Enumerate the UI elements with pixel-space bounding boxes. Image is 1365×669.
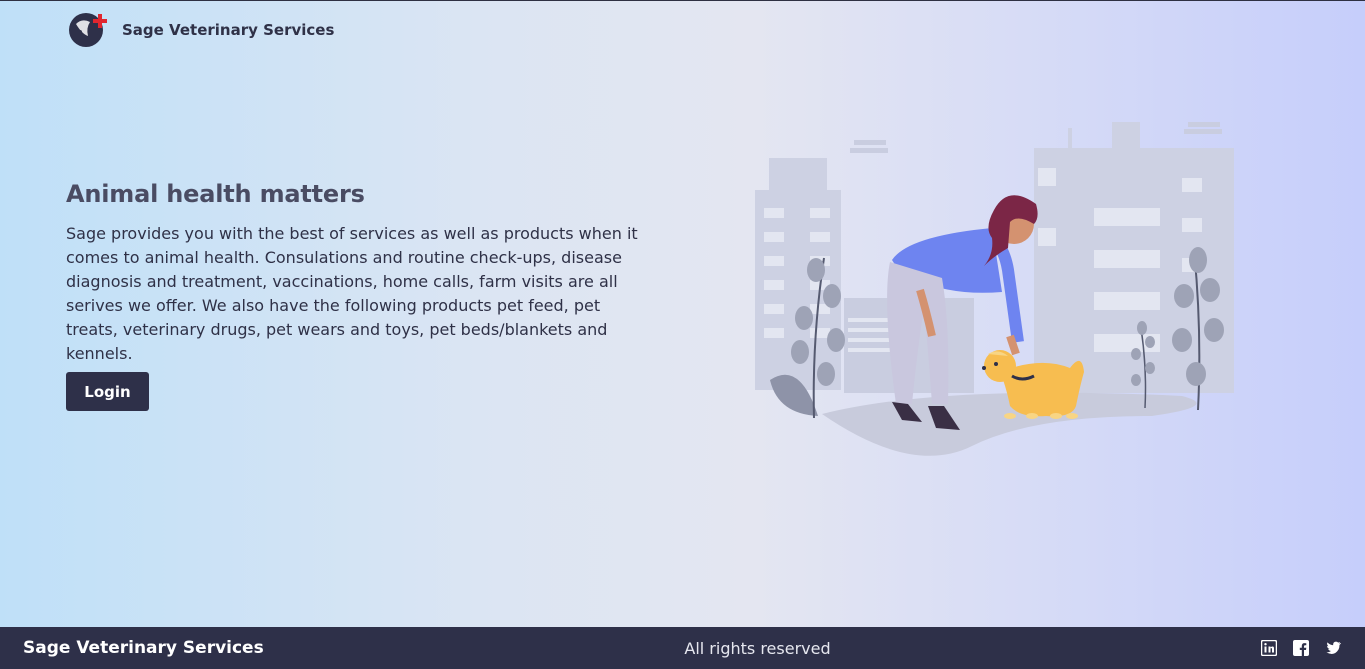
paw-cross-logo-icon [68, 10, 108, 50]
hero-section: Animal health matters Sage provides you … [66, 180, 666, 366]
twitter-icon[interactable] [1325, 640, 1341, 656]
social-links [1260, 639, 1341, 657]
top-border [0, 0, 1365, 1]
footer-brand-name: Sage Veterinary Services [23, 638, 264, 658]
site-footer: Sage Veterinary Services All rights rese… [0, 627, 1365, 669]
brand[interactable]: Sage Veterinary Services [68, 10, 334, 50]
facebook-icon[interactable] [1293, 640, 1309, 656]
hero-title: Animal health matters [66, 180, 365, 208]
brand-name: Sage Veterinary Services [122, 21, 335, 39]
linkedin-icon[interactable] [1260, 639, 1278, 657]
woman-petting-dog-city-illustration [752, 118, 1237, 468]
hero-description: Sage provides you with the best of servi… [66, 224, 638, 363]
login-button[interactable]: Login [66, 372, 149, 411]
footer-rights-text: All rights reserved [684, 639, 831, 658]
